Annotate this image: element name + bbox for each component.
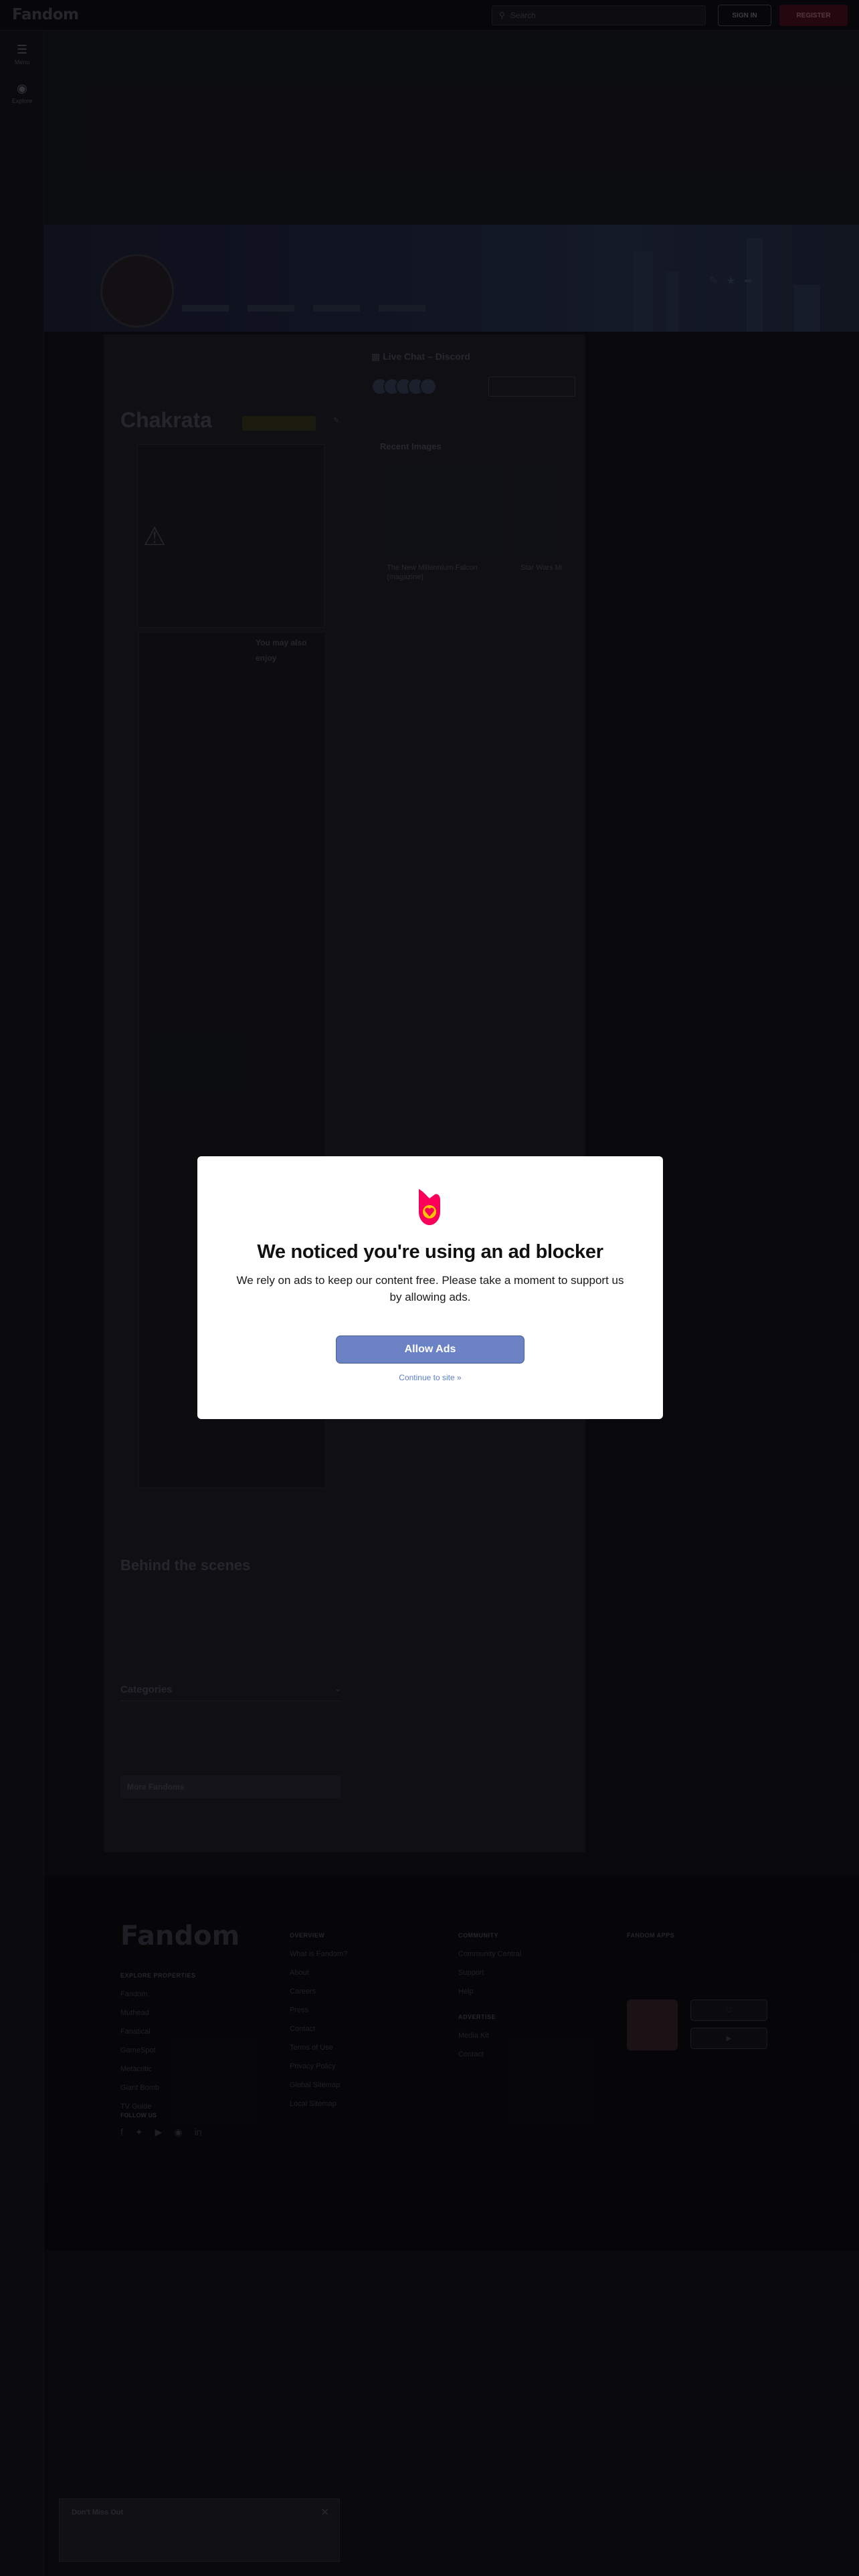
continue-to-site-link[interactable]: Continue to site » <box>197 1373 663 1382</box>
modal-body: We rely on ads to keep our content free.… <box>236 1274 624 1303</box>
fandom-flame-icon <box>419 1189 440 1225</box>
ad-blocker-modal: We noticed you're using an ad blocker We… <box>197 1156 663 1419</box>
allow-ads-button[interactable]: Allow Ads <box>336 1335 524 1364</box>
modal-title: We noticed you're using an ad blocker <box>257 1241 603 1263</box>
